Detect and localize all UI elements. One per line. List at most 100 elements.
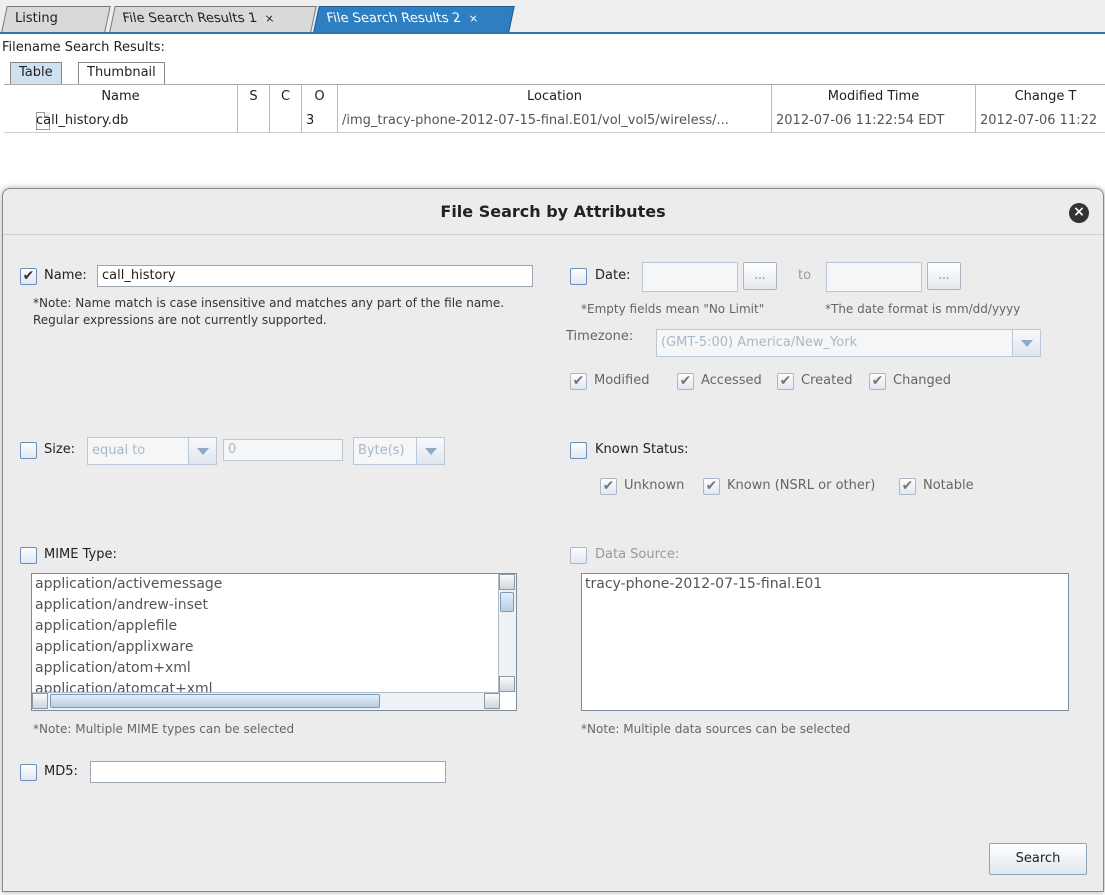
results-label: Filename Search Results:	[2, 40, 165, 55]
document-tab-strip: Listing File Search Results 1 × File Sear…	[0, 0, 1105, 34]
data-source-list[interactable]: tracy-phone-2012-07-15-final.E01	[581, 573, 1069, 711]
timezone-value: (GMT-5:00) America/New_York	[661, 335, 858, 350]
mime-horizontal-scrollbar[interactable]	[32, 692, 500, 710]
cell-c	[270, 109, 302, 133]
column-header-change-time[interactable]: Change T	[976, 85, 1105, 109]
md5-label: MD5:	[44, 764, 78, 779]
unknown-label: Unknown	[624, 478, 685, 493]
date-to-label: to	[798, 268, 812, 283]
table-row[interactable]: call_history.db 3 /img_tracy-phone-2012-…	[4, 109, 1105, 133]
column-header-modified-time[interactable]: Modified Time	[772, 85, 976, 109]
column-header-c[interactable]: C	[270, 85, 302, 109]
modified-checkbox[interactable]: ✔	[570, 373, 587, 390]
data-source-label: Data Source:	[595, 547, 680, 562]
dialog-title: File Search by Attributes	[3, 189, 1103, 235]
mime-type-list[interactable]: application/activemessage application/an…	[31, 573, 517, 711]
size-checkbox[interactable]	[20, 442, 37, 459]
column-header-location[interactable]: Location	[338, 85, 772, 109]
size-value-field[interactable]: 0	[223, 439, 343, 461]
known-status-label: Known Status:	[595, 442, 689, 457]
chevron-down-icon[interactable]	[416, 438, 444, 464]
results-table: Name S C O Location Modified Time Change…	[4, 84, 1105, 133]
cell-s	[238, 109, 270, 133]
timezone-label: Timezone:	[566, 329, 634, 344]
date-format-note: *The date format is mm/dd/yyyy	[825, 302, 1021, 316]
list-item[interactable]: application/atom+xml	[32, 658, 516, 679]
mime-type-label: MIME Type:	[44, 547, 117, 562]
md5-checkbox[interactable]	[20, 764, 37, 781]
known-status-checkbox[interactable]	[570, 442, 587, 459]
close-tab-icon[interactable]: ×	[466, 7, 480, 31]
tab-thumbnail[interactable]: Thumbnail	[78, 62, 165, 84]
date-from-field[interactable]	[642, 262, 738, 292]
tab-listing-label: Listing	[15, 11, 58, 26]
cell-location: /img_tracy-phone-2012-07-15-final.E01/vo…	[338, 109, 772, 133]
mime-vertical-scrollbar[interactable]	[498, 574, 516, 692]
known-nsrl-checkbox[interactable]: ✔	[703, 478, 720, 495]
cell-change-time: 2012-07-06 11:22	[976, 109, 1105, 133]
scroll-up-icon[interactable]	[499, 574, 515, 590]
mime-type-checkbox[interactable]	[20, 547, 37, 564]
notable-checkbox[interactable]: ✔	[899, 478, 916, 495]
mime-type-note: *Note: Multiple MIME types can be select…	[33, 722, 295, 736]
name-field[interactable]: call_history	[97, 265, 533, 287]
modified-label: Modified	[594, 373, 650, 388]
name-checkbox[interactable]: ✔	[20, 268, 37, 285]
date-label: Date:	[595, 268, 631, 283]
column-header-s[interactable]: S	[238, 85, 270, 109]
md5-field[interactable]	[90, 761, 446, 783]
cell-modified-time: 2012-07-06 11:22:54 EDT	[772, 109, 976, 133]
date-to-field[interactable]	[826, 262, 922, 292]
created-checkbox[interactable]: ✔	[777, 373, 794, 390]
scroll-down-icon[interactable]	[499, 676, 515, 692]
tab-listing[interactable]: Listing	[1, 6, 111, 32]
tab-file-search-results-2[interactable]: File Search Results 2 ×	[313, 6, 515, 32]
date-checkbox[interactable]	[570, 268, 587, 285]
list-item[interactable]: application/applixware	[32, 637, 516, 658]
timezone-select[interactable]: (GMT-5:00) America/New_York	[656, 329, 1041, 357]
cell-name: call_history.db	[4, 109, 238, 133]
size-comparator-select[interactable]: equal to	[87, 437, 217, 465]
list-item[interactable]: application/andrew-inset	[32, 595, 516, 616]
size-unit-value: Byte(s)	[358, 443, 405, 458]
list-item[interactable]: application/activemessage	[32, 574, 516, 595]
notable-label: Notable	[923, 478, 974, 493]
tab-label: File Search Results 2	[325, 11, 463, 26]
created-label: Created	[801, 373, 853, 388]
column-header-name[interactable]: Name	[4, 85, 238, 109]
scroll-thumb[interactable]	[500, 592, 514, 612]
size-unit-select[interactable]: Byte(s)	[353, 437, 445, 465]
tab-label: File Search Results 1	[121, 11, 259, 26]
name-label: Name:	[44, 268, 87, 283]
scroll-left-icon[interactable]	[32, 693, 48, 709]
list-item[interactable]: tracy-phone-2012-07-15-final.E01	[582, 574, 1068, 595]
tab-file-search-results-1[interactable]: File Search Results 1 ×	[109, 6, 317, 32]
date-empty-note: *Empty fields mean "No Limit"	[581, 302, 765, 316]
table-header: Name S C O Location Modified Time Change…	[4, 85, 1105, 109]
size-label: Size:	[44, 442, 76, 457]
changed-checkbox[interactable]: ✔	[869, 373, 886, 390]
date-to-browse-button[interactable]: ...	[927, 262, 961, 290]
search-button[interactable]: Search	[989, 843, 1087, 875]
date-from-browse-button[interactable]: ...	[743, 262, 777, 290]
file-search-dialog: File Search by Attributes × ✔ Name: call…	[2, 188, 1104, 892]
cell-o: 3	[302, 109, 338, 133]
column-header-o[interactable]: O	[302, 85, 338, 109]
close-icon[interactable]: ×	[1069, 203, 1089, 223]
chevron-down-icon[interactable]	[1012, 330, 1040, 356]
data-source-checkbox[interactable]	[570, 547, 587, 564]
unknown-checkbox[interactable]: ✔	[600, 478, 617, 495]
scroll-right-icon[interactable]	[484, 693, 500, 709]
known-nsrl-label: Known (NSRL or other)	[727, 478, 876, 493]
chevron-down-icon[interactable]	[188, 438, 216, 464]
list-item[interactable]: application/applefile	[32, 616, 516, 637]
close-tab-icon[interactable]: ×	[262, 7, 276, 31]
tab-table[interactable]: Table	[10, 62, 62, 84]
name-note: *Note: Name match is case insensitive an…	[33, 296, 505, 327]
accessed-checkbox[interactable]: ✔	[677, 373, 694, 390]
changed-label: Changed	[893, 373, 952, 388]
size-comparator-value: equal to	[92, 443, 146, 458]
data-source-note: *Note: Multiple data sources can be sele…	[581, 722, 851, 736]
scroll-thumb[interactable]	[50, 694, 380, 708]
accessed-label: Accessed	[701, 373, 762, 388]
